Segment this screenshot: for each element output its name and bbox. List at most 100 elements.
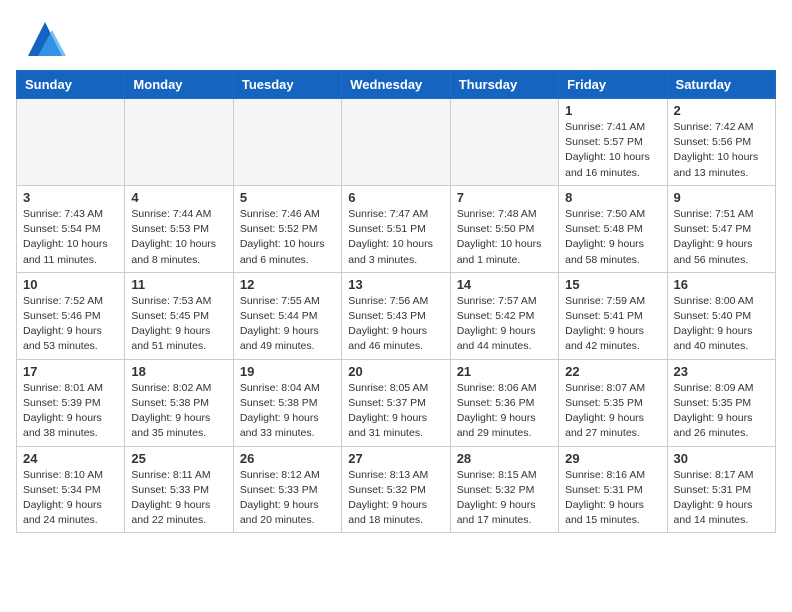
calendar-cell: 29 Sunrise: 8:16 AMSunset: 5:31 PMDayligh…	[559, 446, 667, 533]
day-info: Sunrise: 8:04 AMSunset: 5:38 PMDaylight:…	[240, 381, 335, 442]
day-number: 21	[457, 364, 552, 379]
day-number: 6	[348, 190, 443, 205]
day-number: 18	[131, 364, 226, 379]
day-number: 13	[348, 277, 443, 292]
day-number: 5	[240, 190, 335, 205]
calendar-cell: 4 Sunrise: 7:44 AMSunset: 5:53 PMDaylight…	[125, 185, 233, 272]
day-number: 23	[674, 364, 769, 379]
day-number: 30	[674, 451, 769, 466]
day-info: Sunrise: 8:06 AMSunset: 5:36 PMDaylight:…	[457, 381, 552, 442]
day-info: Sunrise: 7:56 AMSunset: 5:43 PMDaylight:…	[348, 294, 443, 355]
day-info: Sunrise: 7:41 AMSunset: 5:57 PMDaylight:…	[565, 120, 660, 181]
day-number: 11	[131, 277, 226, 292]
calendar-cell: 22 Sunrise: 8:07 AMSunset: 5:35 PMDayligh…	[559, 359, 667, 446]
calendar-cell	[450, 99, 558, 186]
calendar-cell: 28 Sunrise: 8:15 AMSunset: 5:32 PMDayligh…	[450, 446, 558, 533]
calendar-cell: 30 Sunrise: 8:17 AMSunset: 5:31 PMDayligh…	[667, 446, 775, 533]
day-info: Sunrise: 8:15 AMSunset: 5:32 PMDaylight:…	[457, 468, 552, 529]
calendar-header-tuesday: Tuesday	[233, 71, 341, 99]
day-info: Sunrise: 8:16 AMSunset: 5:31 PMDaylight:…	[565, 468, 660, 529]
logo	[24, 18, 70, 60]
day-number: 17	[23, 364, 118, 379]
day-number: 26	[240, 451, 335, 466]
day-number: 24	[23, 451, 118, 466]
day-info: Sunrise: 7:43 AMSunset: 5:54 PMDaylight:…	[23, 207, 118, 268]
calendar-header-wednesday: Wednesday	[342, 71, 450, 99]
calendar-cell: 26Sunrise: 8:12 AMSunset: 5:33 PMDayligh…	[233, 446, 341, 533]
day-number: 12	[240, 277, 335, 292]
calendar-cell: 24 Sunrise: 8:10 AMSunset: 5:34 PMDayligh…	[17, 446, 125, 533]
day-number: 28	[457, 451, 552, 466]
calendar-cell: 25 Sunrise: 8:11 AMSunset: 5:33 PMDayligh…	[125, 446, 233, 533]
day-info: Sunrise: 8:11 AMSunset: 5:33 PMDaylight:…	[131, 468, 226, 529]
calendar-cell	[233, 99, 341, 186]
day-info: Sunrise: 8:01 AMSunset: 5:39 PMDaylight:…	[23, 381, 118, 442]
calendar-cell: 8 Sunrise: 7:50 AMSunset: 5:48 PMDaylight…	[559, 185, 667, 272]
day-number: 16	[674, 277, 769, 292]
calendar-week-5: 24 Sunrise: 8:10 AMSunset: 5:34 PMDayligh…	[17, 446, 776, 533]
calendar-cell: 23Sunrise: 8:09 AMSunset: 5:35 PMDayligh…	[667, 359, 775, 446]
calendar-cell: 1Sunrise: 7:41 AMSunset: 5:57 PMDaylight…	[559, 99, 667, 186]
day-number: 22	[565, 364, 660, 379]
calendar-cell	[342, 99, 450, 186]
calendar-week-3: 10Sunrise: 7:52 AMSunset: 5:46 PMDayligh…	[17, 272, 776, 359]
calendar-cell: 5 Sunrise: 7:46 AMSunset: 5:52 PMDaylight…	[233, 185, 341, 272]
day-number: 2	[674, 103, 769, 118]
day-number: 14	[457, 277, 552, 292]
day-info: Sunrise: 7:44 AMSunset: 5:53 PMDaylight:…	[131, 207, 226, 268]
day-number: 4	[131, 190, 226, 205]
day-info: Sunrise: 7:55 AMSunset: 5:44 PMDaylight:…	[240, 294, 335, 355]
calendar-week-1: 1Sunrise: 7:41 AMSunset: 5:57 PMDaylight…	[17, 99, 776, 186]
day-info: Sunrise: 8:13 AMSunset: 5:32 PMDaylight:…	[348, 468, 443, 529]
calendar-cell: 9Sunrise: 7:51 AMSunset: 5:47 PMDaylight…	[667, 185, 775, 272]
calendar-header-saturday: Saturday	[667, 71, 775, 99]
day-info: Sunrise: 7:46 AMSunset: 5:52 PMDaylight:…	[240, 207, 335, 268]
calendar-cell: 11 Sunrise: 7:53 AMSunset: 5:45 PMDayligh…	[125, 272, 233, 359]
day-info: Sunrise: 7:50 AMSunset: 5:48 PMDaylight:…	[565, 207, 660, 268]
day-number: 9	[674, 190, 769, 205]
calendar-cell: 16 Sunrise: 8:00 AMSunset: 5:40 PMDayligh…	[667, 272, 775, 359]
calendar-header-friday: Friday	[559, 71, 667, 99]
day-info: Sunrise: 8:10 AMSunset: 5:34 PMDaylight:…	[23, 468, 118, 529]
day-info: Sunrise: 7:59 AMSunset: 5:41 PMDaylight:…	[565, 294, 660, 355]
calendar-cell	[17, 99, 125, 186]
calendar-header-thursday: Thursday	[450, 71, 558, 99]
day-info: Sunrise: 8:17 AMSunset: 5:31 PMDaylight:…	[674, 468, 769, 529]
calendar-cell: 15 Sunrise: 7:59 AMSunset: 5:41 PMDayligh…	[559, 272, 667, 359]
calendar-cell: 12 Sunrise: 7:55 AMSunset: 5:44 PMDayligh…	[233, 272, 341, 359]
day-info: Sunrise: 8:07 AMSunset: 5:35 PMDaylight:…	[565, 381, 660, 442]
calendar-cell: 2 Sunrise: 7:42 AMSunset: 5:56 PMDaylight…	[667, 99, 775, 186]
calendar-wrapper: SundayMondayTuesdayWednesdayThursdayFrid…	[0, 70, 792, 549]
day-number: 8	[565, 190, 660, 205]
calendar-week-2: 3Sunrise: 7:43 AMSunset: 5:54 PMDaylight…	[17, 185, 776, 272]
day-number: 20	[348, 364, 443, 379]
calendar-cell	[125, 99, 233, 186]
calendar-week-4: 17 Sunrise: 8:01 AMSunset: 5:39 PMDayligh…	[17, 359, 776, 446]
header	[0, 0, 792, 70]
calendar-cell: 19Sunrise: 8:04 AMSunset: 5:38 PMDayligh…	[233, 359, 341, 446]
day-info: Sunrise: 7:42 AMSunset: 5:56 PMDaylight:…	[674, 120, 769, 181]
day-info: Sunrise: 7:57 AMSunset: 5:42 PMDaylight:…	[457, 294, 552, 355]
day-info: Sunrise: 7:52 AMSunset: 5:46 PMDaylight:…	[23, 294, 118, 355]
calendar-cell: 7Sunrise: 7:48 AMSunset: 5:50 PMDaylight…	[450, 185, 558, 272]
day-number: 15	[565, 277, 660, 292]
day-number: 27	[348, 451, 443, 466]
day-number: 7	[457, 190, 552, 205]
day-info: Sunrise: 8:02 AMSunset: 5:38 PMDaylight:…	[131, 381, 226, 442]
calendar-cell: 13 Sunrise: 7:56 AMSunset: 5:43 PMDayligh…	[342, 272, 450, 359]
calendar-header-monday: Monday	[125, 71, 233, 99]
day-info: Sunrise: 8:00 AMSunset: 5:40 PMDaylight:…	[674, 294, 769, 355]
calendar-table: SundayMondayTuesdayWednesdayThursdayFrid…	[16, 70, 776, 533]
day-number: 29	[565, 451, 660, 466]
calendar-cell: 17 Sunrise: 8:01 AMSunset: 5:39 PMDayligh…	[17, 359, 125, 446]
day-info: Sunrise: 7:53 AMSunset: 5:45 PMDaylight:…	[131, 294, 226, 355]
day-number: 25	[131, 451, 226, 466]
calendar-cell: 10Sunrise: 7:52 AMSunset: 5:46 PMDayligh…	[17, 272, 125, 359]
calendar-cell: 6Sunrise: 7:47 AMSunset: 5:51 PMDaylight…	[342, 185, 450, 272]
calendar-header-sunday: Sunday	[17, 71, 125, 99]
calendar-header-row: SundayMondayTuesdayWednesdayThursdayFrid…	[17, 71, 776, 99]
logo-icon	[24, 18, 66, 60]
day-info: Sunrise: 8:05 AMSunset: 5:37 PMDaylight:…	[348, 381, 443, 442]
calendar-cell: 3Sunrise: 7:43 AMSunset: 5:54 PMDaylight…	[17, 185, 125, 272]
calendar-cell: 21 Sunrise: 8:06 AMSunset: 5:36 PMDayligh…	[450, 359, 558, 446]
